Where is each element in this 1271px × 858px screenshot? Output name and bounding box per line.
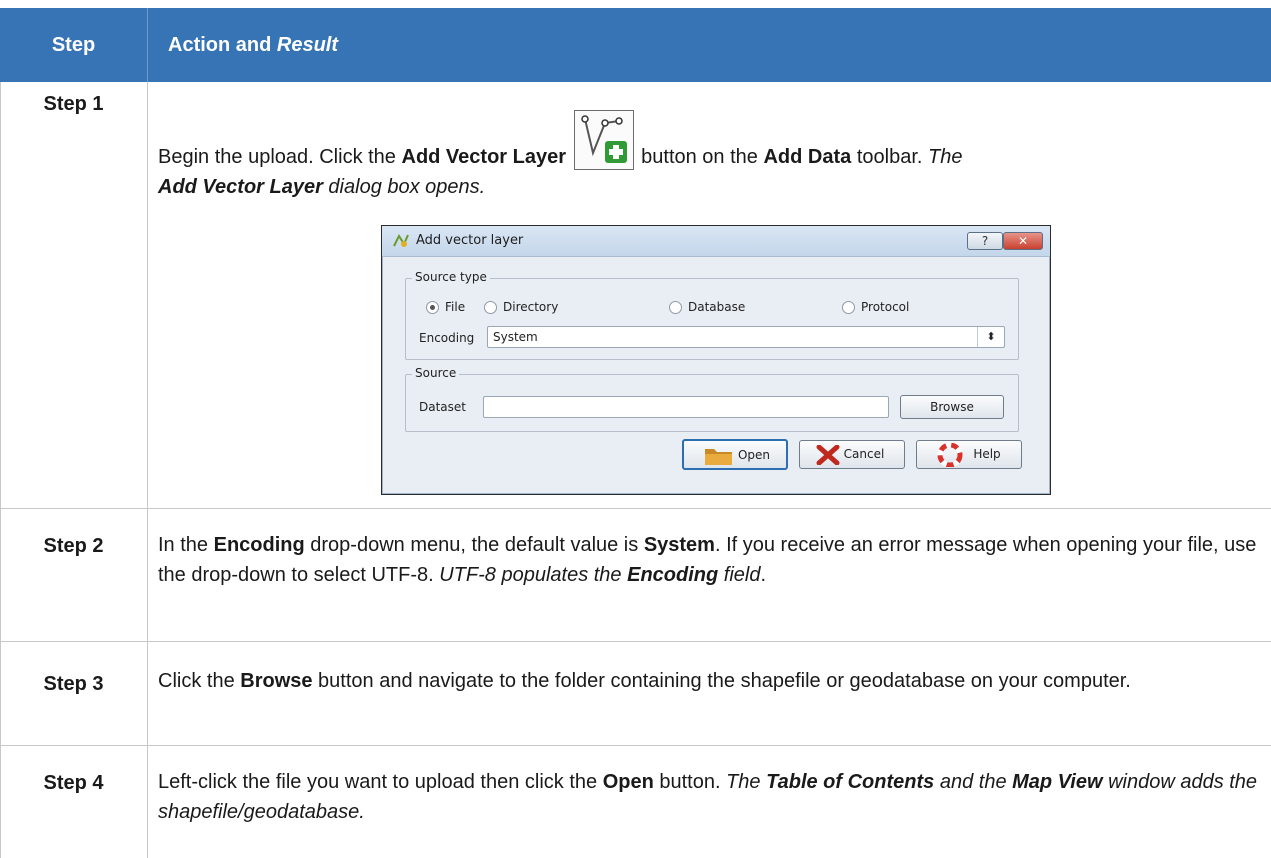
text-run-italic: The: [927, 146, 963, 168]
help-button[interactable]: Help: [916, 440, 1022, 469]
header-action-italic: Result: [276, 34, 339, 56]
step-label: Step 1: [43, 93, 104, 115]
open-label: Open: [737, 448, 771, 462]
step-3-text: Click the Browse button and navigate to …: [158, 666, 1263, 696]
text-run-italic: dialog box opens.: [322, 176, 486, 198]
radio-protocol-label: Protocol: [861, 300, 910, 314]
steps-table: Step Action and Result Step 1 Begin the …: [0, 0, 1271, 858]
table-border-left: [0, 82, 1, 858]
text-run-bold-italic: Table of Contents: [766, 771, 935, 793]
header-action: Action and Result: [168, 8, 338, 82]
header-step: Step: [0, 8, 148, 82]
dataset-input[interactable]: [483, 396, 889, 418]
row-divider: [0, 508, 1271, 509]
text-run-bold: Add Data: [763, 146, 852, 168]
add-vector-layer-icon: [573, 110, 634, 170]
source-group: Source Dataset Browse: [405, 366, 1019, 432]
row-divider: [0, 641, 1271, 642]
qgis-window-icon: [393, 233, 409, 247]
text-run: Begin the upload. Click the: [158, 146, 402, 168]
source-type-legend: Source type: [412, 270, 490, 284]
text-run-italic: and the: [934, 771, 1013, 793]
encoding-value: System: [493, 330, 538, 344]
text-run-italic: field: [718, 564, 761, 586]
cancel-label: Cancel: [843, 447, 885, 461]
table-column-divider: [147, 82, 148, 858]
help-lifebuoy-icon: [937, 443, 963, 467]
help-label: Help: [973, 447, 1001, 461]
text-run: In the: [158, 534, 214, 556]
text-run-bold-italic: Encoding: [627, 564, 719, 586]
step-label: Step 3: [43, 673, 104, 695]
text-run: button on the: [635, 146, 764, 168]
dataset-label: Dataset: [419, 400, 466, 414]
text-run: Left-click the file you want to upload t…: [158, 771, 603, 793]
dialog-title: Add vector layer: [416, 233, 524, 248]
header-action-text: Action and: [168, 34, 277, 56]
row-divider: [0, 745, 1271, 746]
cancel-x-icon: [816, 445, 840, 465]
radio-database-label: Database: [688, 300, 746, 314]
cancel-button[interactable]: Cancel: [799, 440, 905, 469]
text-run-bold-italic: Add Vector Layer: [158, 176, 323, 198]
step-1-text: Begin the upload. Click the Add Vector L…: [158, 110, 1263, 202]
text-run-bold: Encoding: [213, 534, 305, 556]
text-run: button.: [653, 771, 727, 793]
encoding-label: Encoding: [419, 331, 475, 345]
radio-database[interactable]: [669, 301, 682, 314]
text-run: .: [760, 564, 767, 586]
browse-button[interactable]: Browse: [900, 395, 1004, 419]
radio-protocol[interactable]: [842, 301, 855, 314]
table-header: Step Action and Result: [0, 8, 1271, 82]
text-run-bold: System: [643, 534, 715, 556]
text-run: button and navigate to the folder contai…: [312, 670, 1131, 692]
text-run: toolbar.: [851, 146, 928, 168]
source-legend: Source: [412, 366, 460, 380]
titlebar-close-button[interactable]: ✕: [1003, 232, 1043, 250]
encoding-select[interactable]: System ⬍: [487, 326, 1005, 348]
folder-icon: [705, 449, 732, 465]
step-2-text: In the Encoding drop-down menu, the defa…: [158, 530, 1263, 590]
step-label: Step 4: [43, 772, 104, 794]
text-run-bold: Add Vector Layer: [401, 146, 567, 168]
text-run-bold: Browse: [240, 670, 313, 692]
text-run-bold: Open: [602, 771, 654, 793]
text-run: Click the: [158, 670, 241, 692]
source-type-group: Source type File Directory Database Prot…: [405, 270, 1019, 360]
radio-directory-label: Directory: [503, 300, 559, 314]
combo-arrows-icon: ⬍: [977, 327, 1004, 347]
text-run-italic: UTF-8 populates the: [439, 564, 628, 586]
open-button[interactable]: Open: [682, 439, 788, 470]
dialog-titlebar: Add vector layer ? ✕: [382, 226, 1050, 257]
text-run-italic: The: [726, 771, 767, 793]
text-run: drop-down menu, the default value is: [304, 534, 644, 556]
radio-file-label: File: [445, 300, 466, 314]
add-vector-layer-dialog: Add vector layer ? ✕ Source type File Di…: [381, 225, 1051, 495]
step-4-text: Left-click the file you want to upload t…: [158, 767, 1263, 827]
text-run-bold-italic: Map View: [1012, 771, 1103, 793]
titlebar-help-button[interactable]: ?: [967, 232, 1003, 250]
step-label: Step 2: [43, 535, 104, 557]
radio-file[interactable]: [426, 301, 439, 314]
radio-directory[interactable]: [484, 301, 497, 314]
